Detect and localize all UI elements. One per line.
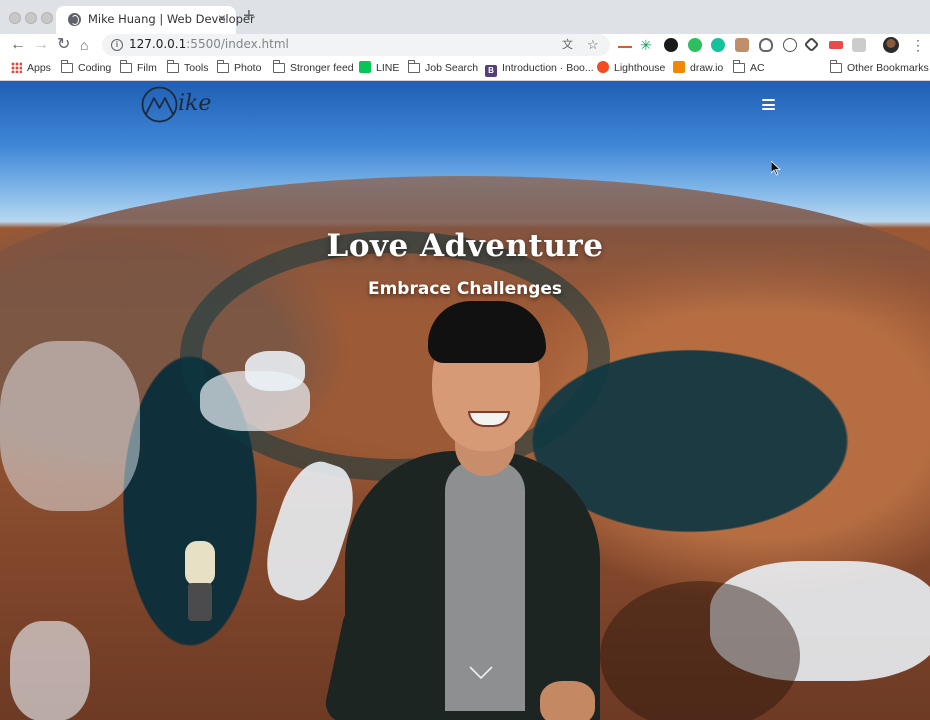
bookmark-other[interactable]: Other Bookmarks [830,60,929,75]
tab-strip: Mike Huang | Web Developer × + [0,0,930,34]
url-host: 127.0.0.1 [129,37,187,51]
folder-icon [733,60,745,73]
extension-diamond-icon[interactable] [803,36,820,53]
bookmark-film[interactable]: Film [120,60,157,75]
extension-m-icon[interactable] [829,41,843,49]
hero-subtitle: Embrace Challenges [367,279,563,299]
back-button[interactable]: ← [10,35,26,55]
bookmark-label: Tools [184,62,209,74]
hamburger-line [762,99,775,101]
snow-patch [245,351,305,391]
url-text: 127.0.0.1:5500/index.html [129,37,289,51]
bookmark-label: Apps [27,62,51,74]
hamburger-line [762,108,775,110]
bookmark-label: LINE [376,62,400,74]
folder-icon [408,60,420,73]
menu-kebab-icon[interactable]: ⋮ [911,36,925,54]
hero-section: ike Love Adventure Embrace Challenges [0,81,930,720]
browser-chrome: Mike Huang | Web Developer × + ← → ↻ ⌂ i… [0,0,930,81]
hiker-figure [180,531,220,621]
bookmark-star-icon[interactable]: ☆ [587,36,599,54]
home-button[interactable]: ⌂ [80,35,88,55]
logo-text: ike [178,91,212,116]
globe-icon [68,13,81,26]
extension-arc-icon[interactable] [618,40,632,48]
translate-icon[interactable]: 文 [562,36,573,54]
profile-avatar[interactable] [883,37,899,53]
bookmark-photo[interactable]: Photo [217,60,262,75]
bookmark-label: Lighthouse [614,62,666,74]
forward-button[interactable]: → [33,35,49,55]
bookmark-ac[interactable]: AC [733,60,765,75]
hiker-body [185,541,215,586]
bookmark-label: Introduction · Boo... [502,62,594,74]
apps-grid-icon [11,62,22,73]
mouse-cursor-icon [771,161,781,176]
bookmark-label: Film [137,62,157,74]
new-tab-button[interactable]: + [243,6,255,26]
grammarly-icon[interactable] [711,38,725,52]
active-tab[interactable]: Mike Huang | Web Developer × [56,6,255,34]
hero-photo-person [322,296,610,720]
lighthouse-icon [597,61,609,73]
bookmark-lighthouse[interactable]: Lighthouse [597,61,665,75]
person-hand [540,681,595,720]
site-logo[interactable]: ike [141,86,213,124]
close-window-button[interactable] [9,12,21,24]
extension-grid-icon[interactable] [852,38,866,52]
bookmark-drawio[interactable]: draw.io [673,61,723,75]
drawio-icon [673,61,685,73]
bookmark-label: AC [750,62,765,74]
hiker-legs [188,583,212,621]
bookmark-label: Photo [234,62,262,74]
evernote-icon[interactable] [688,38,702,52]
address-bar[interactable]: i 127.0.0.1:5500/index.html 文 ☆ [102,34,610,56]
folder-icon [167,60,179,73]
bookmark-introduction[interactable]: B Introduction · Boo... [485,61,594,77]
bootstrap-icon: B [485,65,497,77]
bookmark-label: Coding [78,62,112,74]
snow-patch [0,341,140,511]
folder-icon [273,60,285,73]
bookmark-tools[interactable]: Tools [167,60,209,75]
bookmark-job-search[interactable]: Job Search [408,60,479,75]
hamburger-menu-icon[interactable] [762,99,775,110]
snow-patch [10,621,90,720]
url-path: :5500/index.html [186,37,289,51]
minimize-window-button[interactable] [25,12,37,24]
bookmark-label: Other Bookmarks [847,62,929,74]
bookmarks-bar: Apps Coding Film Tools Photo Stronger fe… [0,56,930,81]
extension-circle-icon[interactable] [783,38,797,52]
folder-icon [61,60,73,73]
bug-icon[interactable] [759,38,773,52]
tab-title: Mike Huang | Web Developer [88,12,255,26]
bookmark-label: draw.io [690,62,724,74]
bookmark-apps[interactable]: Apps [11,61,51,75]
info-icon[interactable]: i [111,39,123,51]
bookmark-label: Job Search [425,62,479,74]
line-icon [359,61,371,73]
bookmark-label: Stronger feed [290,62,354,74]
maximize-window-button[interactable] [41,12,53,24]
folder-icon [830,60,842,73]
hamburger-line [762,103,775,106]
folder-icon [120,60,132,73]
extension-d-icon[interactable] [664,38,678,52]
bookmark-line[interactable]: LINE [359,61,399,75]
extension-face-icon[interactable] [735,38,749,52]
rock-shadow [600,581,800,720]
scroll-down-chevron-icon[interactable] [469,666,493,680]
person-hair [428,301,546,363]
extension-star-icon[interactable]: ✳ [640,38,654,52]
mountain-logo-icon [141,86,178,123]
tab-close-button[interactable]: × [218,10,226,26]
reload-button[interactable]: ↻ [57,35,70,55]
folder-icon [217,60,229,73]
browser-toolbar: ← → ↻ ⌂ i 127.0.0.1:5500/index.html 文 ☆ … [0,34,930,56]
bookmark-stronger-feed[interactable]: Stronger feed [273,60,354,75]
bookmark-coding[interactable]: Coding [61,60,112,75]
hero-title: Love Adventure [326,228,604,264]
